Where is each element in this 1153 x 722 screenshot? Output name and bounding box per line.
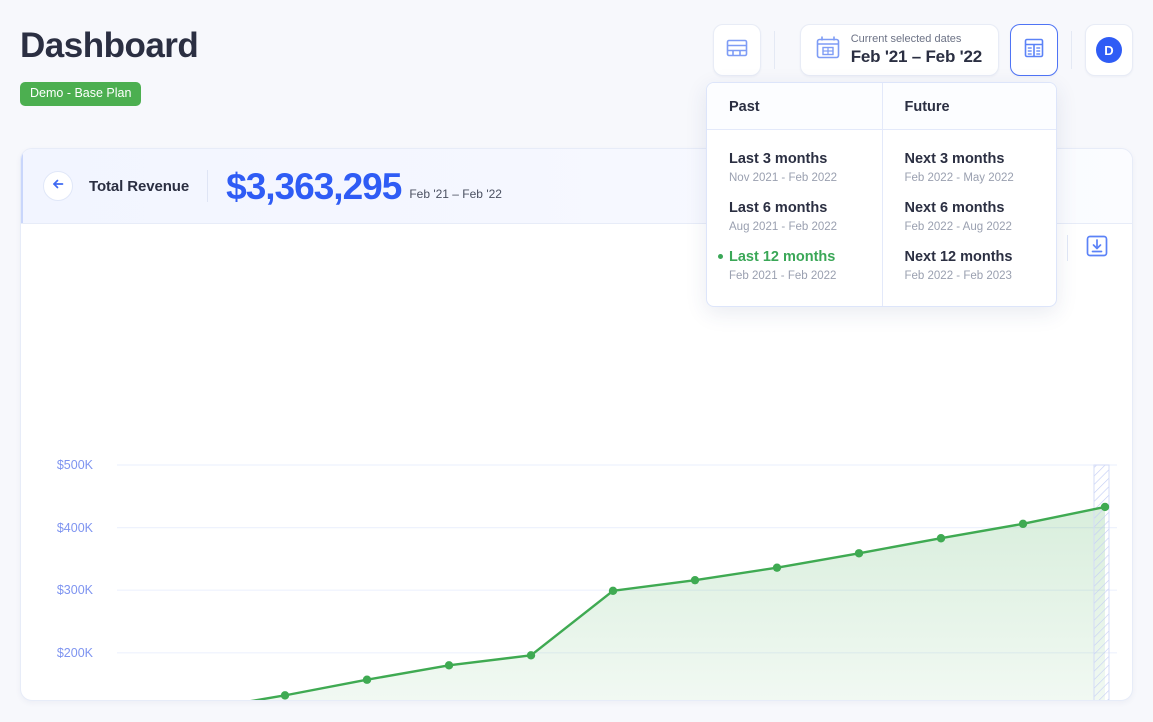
table-layout-icon [726, 38, 748, 63]
dropdown-item-range: Feb 2022 - May 2022 [905, 170, 1043, 188]
dropdown-item-label: Last 3 months [729, 149, 868, 170]
arrow-left-icon [51, 177, 65, 196]
data-table-button[interactable] [1010, 24, 1058, 76]
dropdown-item-label: Last 12 months [729, 247, 868, 268]
dropdown-heading-past: Past [707, 83, 882, 130]
calendar-icon [815, 35, 841, 66]
dropdown-item-range: Nov 2021 - Feb 2022 [729, 170, 868, 188]
date-range-picker[interactable]: Current selected dates Feb '21 – Feb '22 [800, 24, 999, 76]
dropdown-item-next-6-months[interactable]: Next 6 months Feb 2022 - Aug 2022 [883, 193, 1057, 242]
user-avatar-button[interactable]: D [1085, 24, 1133, 76]
top-toolbar: Current selected dates Feb '21 – Feb '22 [713, 24, 1133, 76]
plan-badge: Demo - Base Plan [20, 82, 141, 106]
dashboard-page: Dashboard Demo - Base Plan [0, 0, 1153, 722]
dropdown-item-last-3-months[interactable]: Last 3 months Nov 2021 - Feb 2022 [707, 144, 882, 193]
dropdown-item-next-3-months[interactable]: Next 3 months Feb 2022 - May 2022 [883, 144, 1057, 193]
back-button[interactable] [43, 171, 73, 201]
dropdown-item-range: Feb 2021 - Feb 2022 [729, 268, 868, 286]
toolbar-divider-2 [1071, 31, 1072, 69]
dropdown-column-future: Future Next 3 months Feb 2022 - May 2022… [882, 83, 1057, 306]
dropdown-item-label: Next 6 months [905, 198, 1043, 219]
dropdown-item-range: Aug 2021 - Feb 2022 [729, 219, 868, 237]
date-picker-value: Feb '21 – Feb '22 [851, 47, 982, 67]
dropdown-column-past: Past Last 3 months Nov 2021 - Feb 2022 L… [707, 83, 882, 306]
metric-row: $3,363,295 Feb '21 – Feb '22 [226, 168, 502, 205]
metric-range: Feb '21 – Feb '22 [409, 187, 502, 205]
dropdown-item-next-12-months[interactable]: Next 12 months Feb 2022 - Feb 2023 [883, 242, 1057, 291]
dropdown-item-last-6-months[interactable]: Last 6 months Aug 2021 - Feb 2022 [707, 193, 882, 242]
data-table-icon [1023, 37, 1045, 64]
metric-value: $3,363,295 [226, 168, 401, 205]
dropdown-list-past: Last 3 months Nov 2021 - Feb 2022 Last 6… [707, 130, 882, 306]
dropdown-heading-future: Future [883, 83, 1057, 130]
dropdown-item-label: Next 12 months [905, 247, 1043, 268]
date-picker-label: Current selected dates [851, 33, 982, 47]
page-title: Dashboard [20, 26, 198, 66]
dropdown-item-label: Next 3 months [905, 149, 1043, 170]
dropdown-item-last-12-months[interactable]: Last 12 months Feb 2021 - Feb 2022 [707, 242, 882, 291]
date-range-dropdown: Past Last 3 months Nov 2021 - Feb 2022 L… [706, 82, 1057, 307]
table-layout-button[interactable] [713, 24, 761, 76]
dropdown-item-range: Feb 2022 - Aug 2022 [905, 219, 1043, 237]
header-divider [207, 170, 208, 202]
toolbar-divider-1 [774, 31, 775, 69]
dropdown-item-label: Last 6 months [729, 198, 868, 219]
metric-name: Total Revenue [89, 178, 189, 195]
avatar: D [1096, 37, 1122, 63]
dropdown-list-future: Next 3 months Feb 2022 - May 2022 Next 6… [883, 130, 1057, 306]
dropdown-item-range: Feb 2022 - Feb 2023 [905, 268, 1043, 286]
